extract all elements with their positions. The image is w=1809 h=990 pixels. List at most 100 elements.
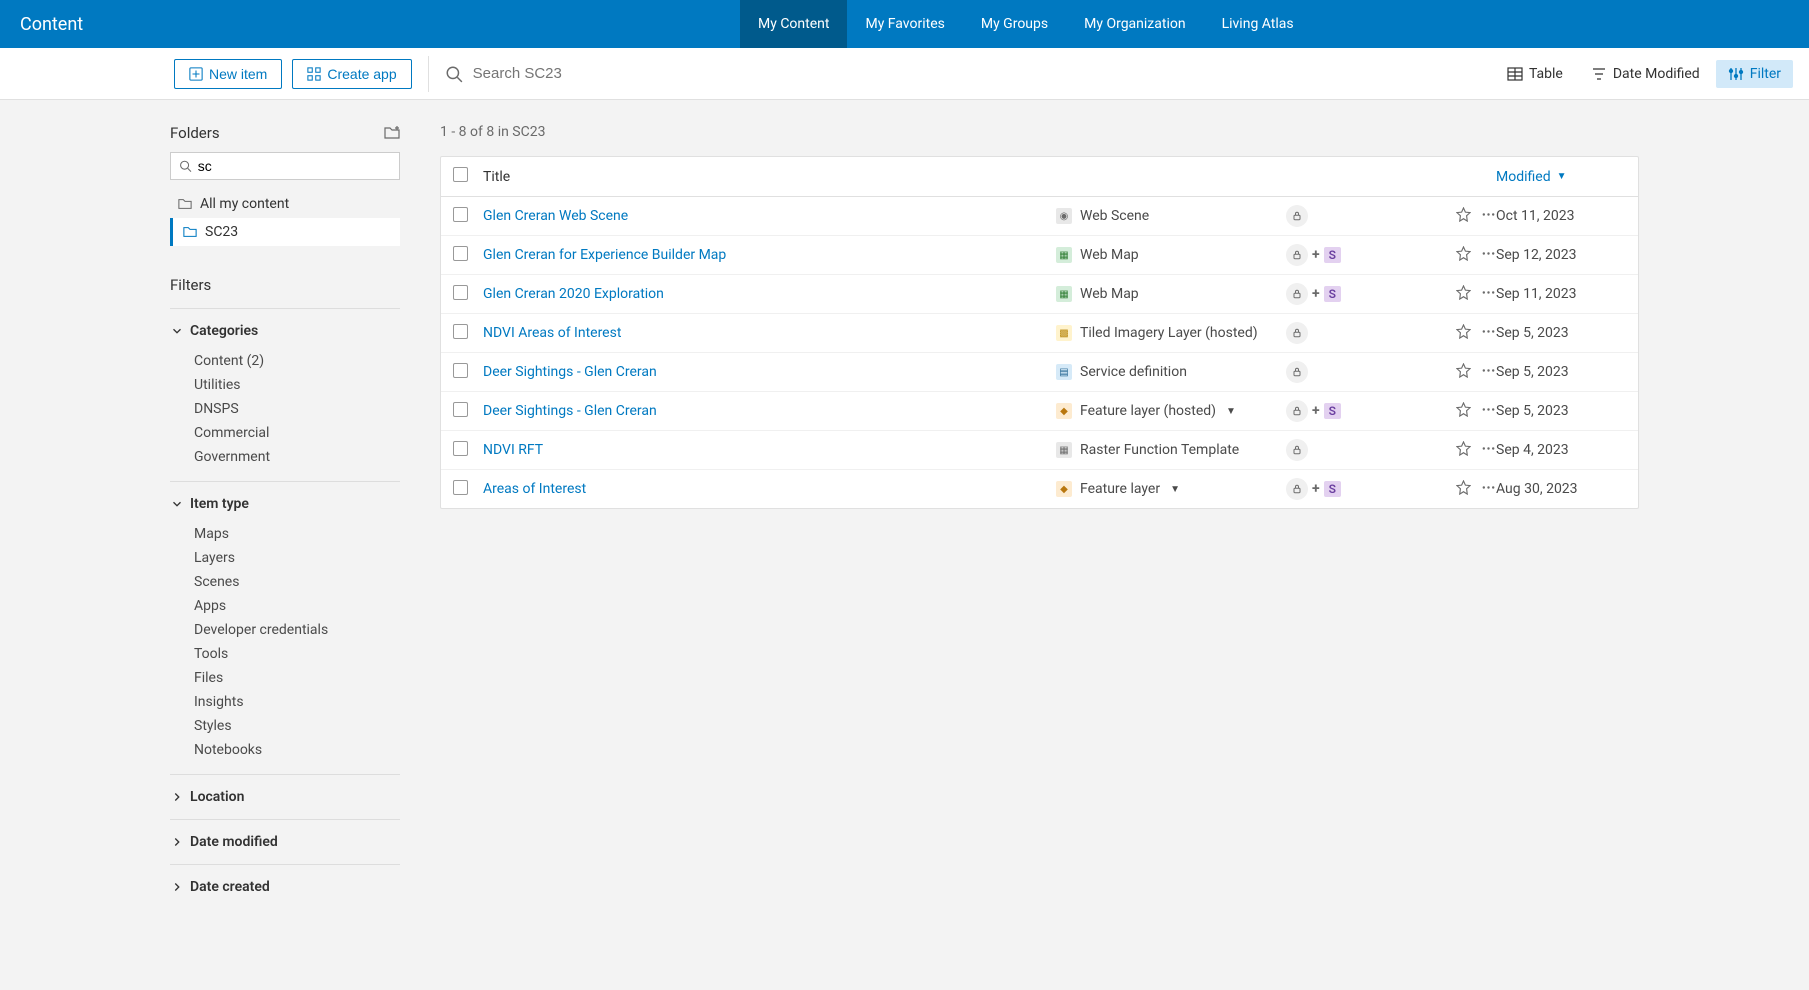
- filter-group-label: Location: [190, 789, 244, 805]
- item-modified-date: Aug 30, 2023: [1496, 481, 1626, 497]
- filter-item[interactable]: Layers: [194, 546, 400, 570]
- sort-button[interactable]: Date Modified: [1579, 60, 1712, 88]
- filter-item[interactable]: Notebooks: [194, 738, 400, 762]
- folder-search[interactable]: [170, 152, 400, 180]
- sharing-button[interactable]: [1286, 205, 1308, 227]
- new-item-button[interactable]: New item: [174, 59, 282, 89]
- lock-icon: [1291, 288, 1303, 300]
- more-menu-button[interactable]: [1481, 363, 1496, 382]
- item-type-label: Web Map: [1080, 286, 1139, 302]
- select-all-checkbox[interactable]: [453, 167, 468, 182]
- row-checkbox[interactable]: [453, 246, 468, 261]
- row-checkbox[interactable]: [453, 285, 468, 300]
- favorite-button[interactable]: [1456, 246, 1471, 265]
- more-menu-button[interactable]: [1481, 207, 1496, 226]
- header-tab-my-content[interactable]: My Content: [740, 0, 847, 48]
- sharing-button[interactable]: [1286, 439, 1308, 461]
- row-checkbox[interactable]: [453, 207, 468, 222]
- sharing-button[interactable]: [1286, 400, 1308, 422]
- filter-group-date-modified: Date modified: [170, 819, 400, 864]
- row-checkbox[interactable]: [453, 402, 468, 417]
- sharing-button[interactable]: [1286, 244, 1308, 266]
- item-title-link[interactable]: NDVI RFT: [483, 442, 1056, 458]
- item-type-icon: ▦: [1056, 247, 1072, 263]
- filter-group-label: Categories: [190, 323, 258, 339]
- filter-item[interactable]: Scenes: [194, 570, 400, 594]
- view-table-button[interactable]: Table: [1495, 60, 1575, 88]
- filter-item[interactable]: Insights: [194, 690, 400, 714]
- sharing-button[interactable]: [1286, 322, 1308, 344]
- view-table-label: Table: [1529, 66, 1563, 82]
- filter-item[interactable]: Tools: [194, 642, 400, 666]
- filter-group-header[interactable]: Item type: [170, 492, 400, 516]
- filter-item[interactable]: Government: [194, 445, 400, 469]
- header-tab-my-organization[interactable]: My Organization: [1066, 0, 1203, 48]
- favorite-button[interactable]: [1456, 285, 1471, 304]
- filter-group-header[interactable]: Categories: [170, 319, 400, 343]
- item-title-link[interactable]: Glen Creran Web Scene: [483, 208, 1056, 224]
- row-checkbox[interactable]: [453, 480, 468, 495]
- favorite-button[interactable]: [1456, 207, 1471, 226]
- header-tab-my-groups[interactable]: My Groups: [963, 0, 1066, 48]
- filter-item[interactable]: Content (2): [194, 349, 400, 373]
- folder-all-content[interactable]: All my content: [170, 190, 400, 218]
- search-icon: [445, 65, 463, 83]
- more-menu-button[interactable]: [1481, 402, 1496, 421]
- column-modified[interactable]: Modified ▼: [1496, 169, 1626, 185]
- filter-item[interactable]: Maps: [194, 522, 400, 546]
- filter-item[interactable]: Utilities: [194, 373, 400, 397]
- item-title-link[interactable]: Areas of Interest: [483, 481, 1056, 497]
- favorite-button[interactable]: [1456, 441, 1471, 460]
- more-menu-button[interactable]: [1481, 285, 1496, 304]
- sharing-button[interactable]: [1286, 478, 1308, 500]
- chevron-down-icon[interactable]: ▼: [1226, 406, 1236, 417]
- s-badge: S: [1324, 403, 1341, 419]
- item-title-link[interactable]: Glen Creran for Experience Builder Map: [483, 247, 1056, 263]
- item-title-link[interactable]: NDVI Areas of Interest: [483, 325, 1056, 341]
- filter-group-header[interactable]: Date created: [170, 875, 400, 899]
- more-menu-button[interactable]: [1481, 480, 1496, 499]
- folder-sc23[interactable]: SC23: [170, 218, 400, 246]
- sharing-button[interactable]: [1286, 361, 1308, 383]
- favorite-button[interactable]: [1456, 402, 1471, 421]
- column-title[interactable]: Title: [483, 169, 1056, 185]
- favorite-button[interactable]: [1456, 363, 1471, 382]
- favorite-button[interactable]: [1456, 480, 1471, 499]
- folder-label: SC23: [205, 224, 238, 240]
- filter-item[interactable]: Commercial: [194, 421, 400, 445]
- folder-label: All my content: [200, 196, 289, 212]
- item-title-link[interactable]: Glen Creran 2020 Exploration: [483, 286, 1056, 302]
- new-folder-icon[interactable]: [384, 125, 400, 141]
- item-title-link[interactable]: Deer Sightings - Glen Creran: [483, 403, 1056, 419]
- item-title-link[interactable]: Deer Sightings - Glen Creran: [483, 364, 1056, 380]
- chevron-down-icon[interactable]: ▼: [1170, 484, 1180, 495]
- create-app-button[interactable]: Create app: [292, 59, 411, 89]
- folder-search-input[interactable]: [198, 158, 391, 174]
- lock-icon: [1291, 444, 1303, 456]
- filter-item[interactable]: Files: [194, 666, 400, 690]
- sharing-button[interactable]: [1286, 283, 1308, 305]
- plus-icon: +: [1312, 247, 1320, 263]
- apps-grid-icon: [307, 67, 321, 81]
- more-menu-button[interactable]: [1481, 246, 1496, 265]
- create-app-label: Create app: [327, 66, 396, 82]
- favorite-button[interactable]: [1456, 324, 1471, 343]
- filter-item[interactable]: Apps: [194, 594, 400, 618]
- header-tab-living-atlas[interactable]: Living Atlas: [1204, 0, 1312, 48]
- filter-item[interactable]: Developer credentials: [194, 618, 400, 642]
- more-menu-button[interactable]: [1481, 324, 1496, 343]
- filter-item[interactable]: DNSPS: [194, 397, 400, 421]
- content-panel: 1 - 8 of 8 in SC23 Title Modified ▼ Glen…: [440, 100, 1639, 909]
- header-tab-my-favorites[interactable]: My Favorites: [847, 0, 962, 48]
- row-checkbox[interactable]: [453, 441, 468, 456]
- more-menu-button[interactable]: [1481, 441, 1496, 460]
- row-checkbox[interactable]: [453, 324, 468, 339]
- filter-item[interactable]: Styles: [194, 714, 400, 738]
- filter-group-header[interactable]: Date modified: [170, 830, 400, 854]
- filter-group-header[interactable]: Location: [170, 785, 400, 809]
- item-type-label: Service definition: [1080, 364, 1187, 380]
- search-input[interactable]: [473, 65, 773, 82]
- row-checkbox[interactable]: [453, 363, 468, 378]
- filter-button[interactable]: Filter: [1716, 60, 1793, 88]
- table-row: NDVI RFT▦Raster Function TemplateSep 4, …: [441, 431, 1638, 470]
